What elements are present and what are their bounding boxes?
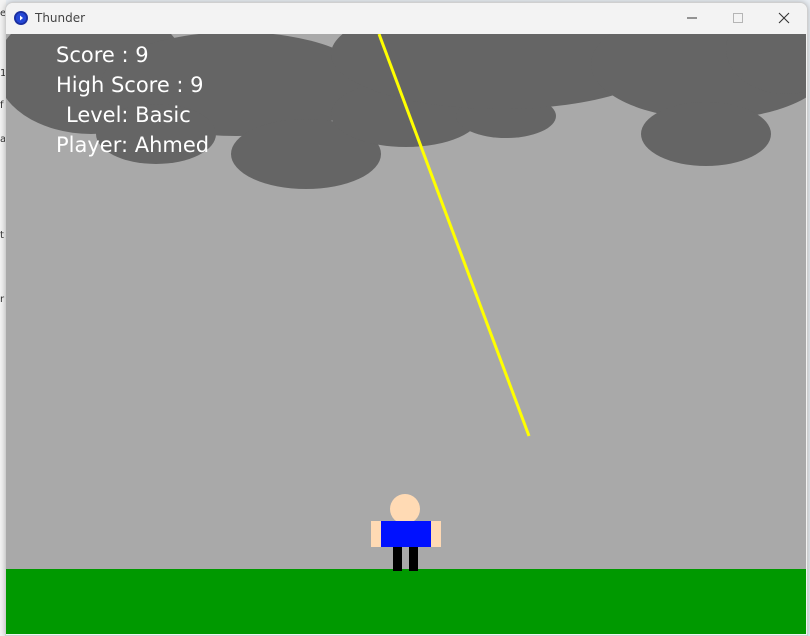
window-title: Thunder bbox=[35, 11, 86, 25]
player-label: Player: Ahmed bbox=[56, 133, 210, 157]
player-shirt bbox=[381, 521, 431, 547]
close-icon bbox=[778, 12, 790, 24]
player-head bbox=[390, 494, 420, 524]
ground bbox=[6, 569, 806, 634]
player-left-leg bbox=[393, 547, 402, 571]
game-window: Thunder Score: 9 High Score: 9 Level: … bbox=[5, 2, 808, 636]
maximize-icon bbox=[733, 13, 743, 23]
close-button[interactable] bbox=[761, 3, 807, 33]
high-score-label: High Score : 9 bbox=[56, 73, 204, 97]
minimize-icon bbox=[687, 17, 697, 19]
game-canvas[interactable]: Score : 9 High Score : 9 Level: Basic Pl… bbox=[6, 3, 807, 634]
title-bar[interactable]: Thunder bbox=[6, 3, 807, 33]
player-right-leg bbox=[409, 547, 418, 571]
maximize-button[interactable] bbox=[715, 3, 761, 33]
player-right-arm bbox=[430, 521, 441, 547]
score-label: Score : 9 bbox=[56, 43, 149, 67]
cloud bbox=[641, 102, 771, 166]
level-label: Level: Basic bbox=[66, 103, 191, 127]
player-left-arm bbox=[371, 521, 381, 547]
app-icon bbox=[14, 11, 28, 25]
minimize-button[interactable] bbox=[669, 3, 715, 33]
